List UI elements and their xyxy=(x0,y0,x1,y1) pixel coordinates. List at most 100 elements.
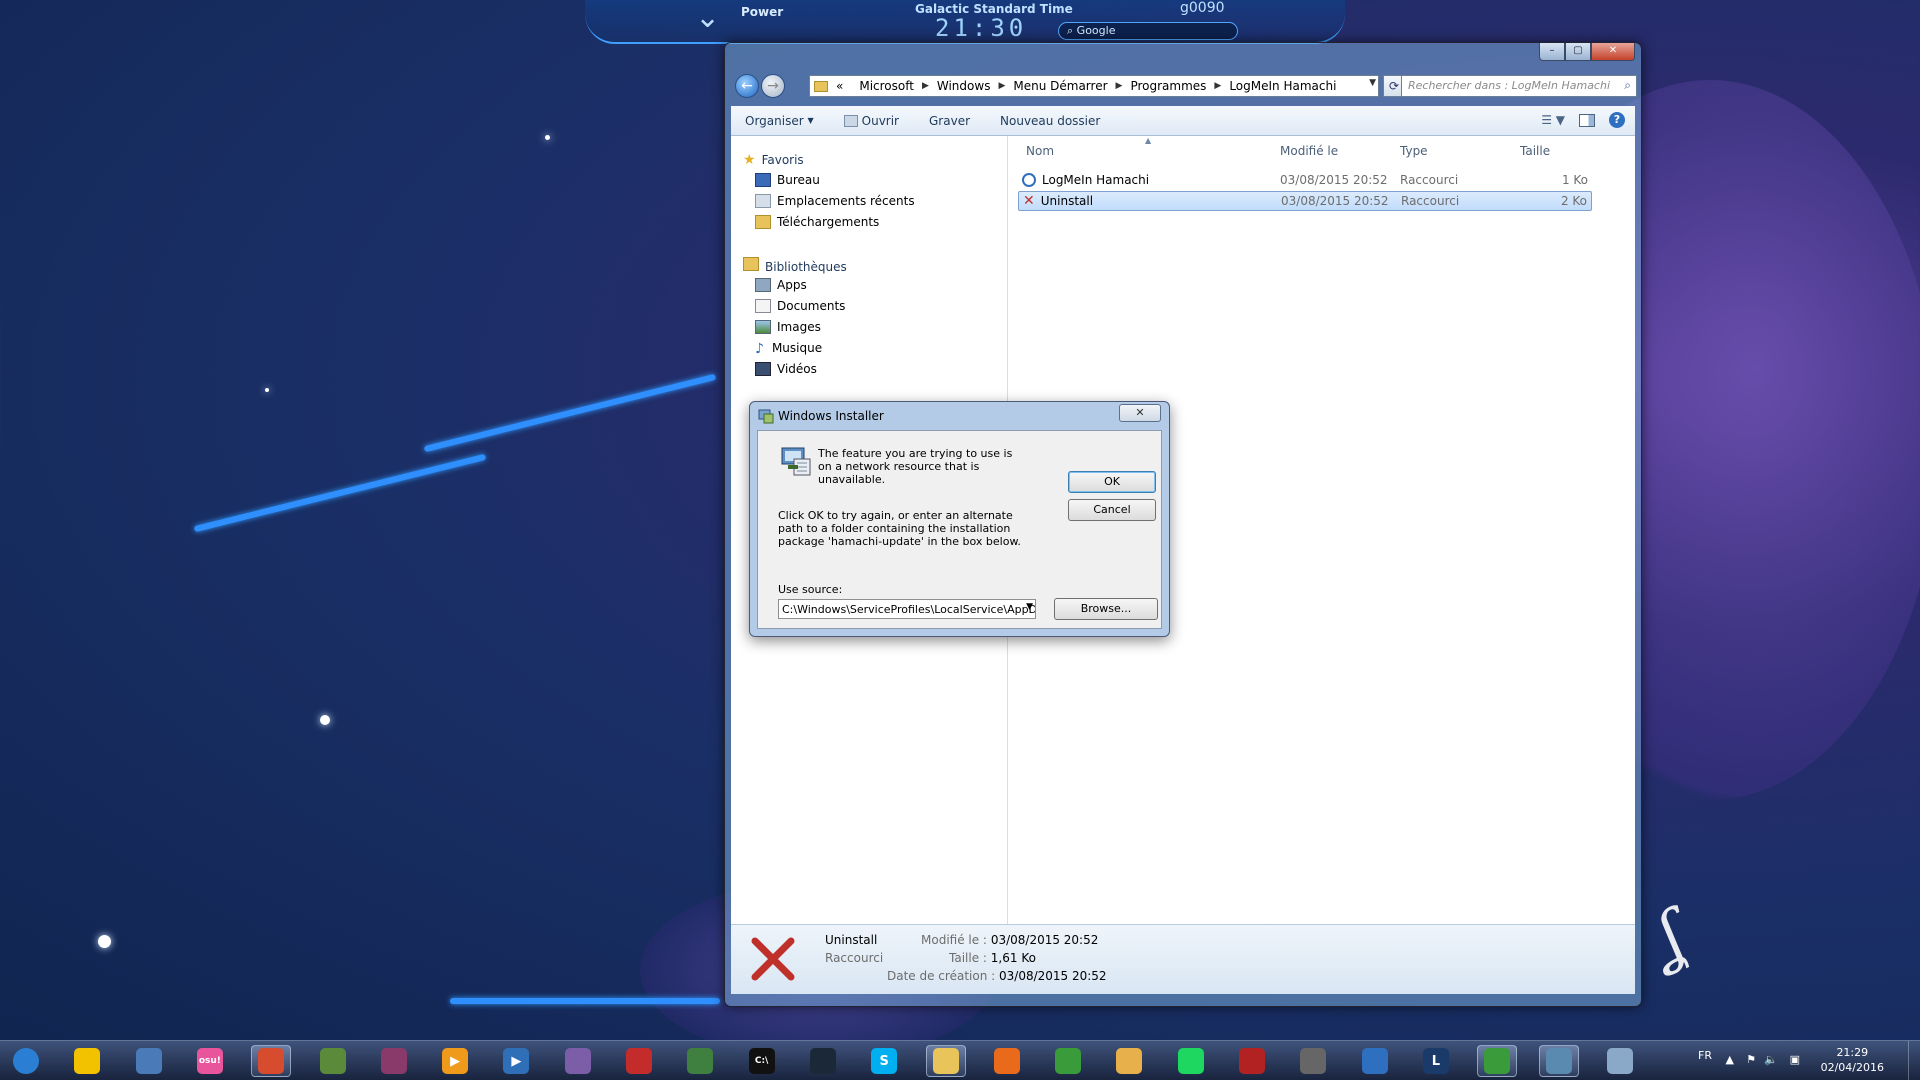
breadcrumb-menu-demarrer[interactable]: Menu Démarrer xyxy=(1013,79,1107,93)
nav-item-recent-places[interactable]: Emplacements récents xyxy=(755,194,915,208)
organize-menu[interactable]: Organiser ▼ xyxy=(745,114,814,128)
app-naruto-button[interactable] xyxy=(1109,1045,1149,1077)
app-orange-icon xyxy=(993,1048,1020,1074)
dialog-close-button[interactable]: ✕ xyxy=(1119,404,1161,422)
clock[interactable]: 21:29 02/04/2016 xyxy=(1821,1045,1884,1075)
forward-button[interactable]: → xyxy=(761,74,785,98)
file-type: Raccourci xyxy=(1400,173,1459,187)
app-skype-button[interactable]: S xyxy=(864,1045,904,1077)
close-button[interactable]: ✕ xyxy=(1591,43,1635,61)
breadcrumb-logmein-hamachi[interactable]: LogMeIn Hamachi xyxy=(1229,79,1336,93)
column-header-name[interactable]: Nom xyxy=(1026,144,1054,158)
app-league-button[interactable]: L xyxy=(1416,1045,1456,1077)
column-header-modified[interactable]: Modifié le xyxy=(1280,144,1338,158)
nav-item-label: Bureau xyxy=(777,173,820,187)
column-header-type[interactable]: Type xyxy=(1400,144,1428,158)
nav-item-label: Téléchargements xyxy=(777,215,880,229)
address-bar[interactable]: « Microsoft ▶ Windows ▶ Menu Démarrer ▶ Pro… xyxy=(809,75,1379,97)
nav-item-music[interactable]: ♪ Musique xyxy=(755,341,822,357)
breadcrumb-microsoft[interactable]: Microsoft xyxy=(859,79,914,93)
details-created-value: 03/08/2015 20:52 xyxy=(999,969,1107,983)
chevron-down-icon[interactable]: ▼ xyxy=(1026,602,1033,612)
app-media-player-button[interactable]: ▶ xyxy=(435,1045,475,1077)
dialog-message: The feature you are trying to use is on … xyxy=(818,447,1013,486)
file-type: Raccourci xyxy=(1401,194,1460,208)
app-cmd-button[interactable]: C:\ xyxy=(742,1045,782,1077)
network-icon[interactable]: ▣ xyxy=(1790,1053,1800,1066)
app-snipping-button[interactable] xyxy=(251,1045,292,1077)
address-dropdown-icon[interactable]: ▼ xyxy=(1369,78,1376,88)
use-source-combobox[interactable]: C:\Windows\ServiceProfiles\LocalService\… xyxy=(778,599,1036,619)
file-name: LogMeIn Hamachi xyxy=(1042,173,1150,187)
column-header-size[interactable]: Taille xyxy=(1520,144,1550,158)
app-chrome-button[interactable] xyxy=(1048,1045,1088,1077)
show-desktop-button[interactable] xyxy=(1908,1041,1920,1080)
new-folder-button[interactable]: Nouveau dossier xyxy=(1000,114,1100,128)
app-orange-button[interactable] xyxy=(987,1045,1027,1077)
app-chrome-2-button[interactable] xyxy=(1477,1045,1518,1077)
app-red-button[interactable] xyxy=(619,1045,659,1077)
app-player-button[interactable]: ▶ xyxy=(496,1045,536,1077)
nav-item-bureau[interactable]: Bureau xyxy=(755,173,820,187)
breadcrumb-separator-icon[interactable]: ▶ xyxy=(998,81,1005,91)
cancel-button[interactable]: Cancel xyxy=(1068,499,1156,521)
app-winrar-button[interactable] xyxy=(374,1045,414,1077)
breadcrumb-separator-icon[interactable]: ▶ xyxy=(922,81,929,91)
file-row-selected[interactable]: ✕ Uninstall 03/08/2015 20:52 Raccourci 2 … xyxy=(1018,191,1592,211)
app-steam-button[interactable] xyxy=(803,1045,843,1077)
app-game-button[interactable] xyxy=(1232,1045,1272,1077)
volume-icon[interactable]: 🔈 xyxy=(1764,1053,1778,1066)
network-computer-icon xyxy=(781,447,811,476)
nav-group-favorites[interactable]: ★ Favoris xyxy=(743,152,804,168)
breadcrumb-programmes[interactable]: Programmes xyxy=(1130,79,1206,93)
nav-item-apps[interactable]: Apps xyxy=(755,278,807,292)
file-row[interactable]: LogMeIn Hamachi 03/08/2015 20:52 Raccour… xyxy=(1018,170,1592,190)
nav-item-downloads[interactable]: Téléchargements xyxy=(755,215,879,229)
google-search-box[interactable]: ⌕ Google xyxy=(1058,22,1238,40)
show-hidden-icons-icon[interactable]: ▲ xyxy=(1726,1053,1734,1066)
chevron-down-icon[interactable]: ⌄ xyxy=(695,0,720,35)
app-script-button[interactable] xyxy=(129,1045,169,1077)
nav-item-videos[interactable]: Vidéos xyxy=(755,362,817,376)
breadcrumb-separator-icon[interactable]: ▶ xyxy=(1116,81,1123,91)
search-icon[interactable]: ⌕ xyxy=(1624,78,1631,93)
power-label[interactable]: Power xyxy=(741,5,783,19)
details-file-type: Raccourci xyxy=(825,951,884,965)
browse-button[interactable]: Browse... xyxy=(1054,598,1158,620)
app-minecraft-button[interactable] xyxy=(313,1045,353,1077)
open-button[interactable]: Ouvrir xyxy=(843,114,899,128)
nav-group-libraries[interactable]: Bibliothèques xyxy=(743,257,847,274)
app-installer-button[interactable] xyxy=(1538,1045,1579,1077)
app-pacman-button[interactable] xyxy=(67,1045,107,1077)
breadcrumb-overflow[interactable]: « xyxy=(836,79,843,93)
back-button[interactable]: ← xyxy=(735,74,759,98)
minimize-button[interactable]: – xyxy=(1539,43,1565,61)
view-options-icon[interactable]: ☰ ▼ xyxy=(1541,113,1565,127)
maximize-button[interactable]: ▢ xyxy=(1565,43,1591,61)
app-chrome-icon xyxy=(1055,1048,1082,1074)
breadcrumb-separator-icon[interactable]: ▶ xyxy=(1214,81,1221,91)
app-minecraft-icon xyxy=(319,1048,346,1074)
burn-button[interactable]: Graver xyxy=(929,114,970,128)
app-sheet-button[interactable] xyxy=(680,1045,720,1077)
language-indicator[interactable]: FR xyxy=(1698,1049,1712,1062)
app-osu-button[interactable]: osu! xyxy=(190,1045,230,1077)
ok-button[interactable]: OK xyxy=(1068,471,1156,493)
details-size: Taille : 1,61 Ko xyxy=(949,951,1036,965)
preview-pane-icon[interactable] xyxy=(1579,113,1595,127)
app-installer-icon xyxy=(1545,1048,1572,1074)
app-explorer-button[interactable] xyxy=(925,1045,966,1077)
help-icon[interactable]: ? xyxy=(1609,112,1625,128)
search-icon: ⌕ xyxy=(1067,24,1077,37)
nav-item-documents[interactable]: Documents xyxy=(755,299,845,313)
start-orb-button[interactable] xyxy=(6,1045,46,1077)
flag-icon[interactable]: ⚑ xyxy=(1746,1053,1756,1066)
app-gamepad-button[interactable] xyxy=(1293,1045,1333,1077)
breadcrumb-windows[interactable]: Windows xyxy=(937,79,991,93)
app-gallery-button[interactable] xyxy=(558,1045,598,1077)
app-paint-button[interactable] xyxy=(1600,1045,1640,1077)
app-spotify-button[interactable] xyxy=(1171,1045,1211,1077)
nav-item-images[interactable]: Images xyxy=(755,320,821,334)
search-input[interactable]: Rechercher dans : LogMeIn Hamachi ⌕ xyxy=(1401,75,1637,97)
app-hamachi-button[interactable] xyxy=(1355,1045,1395,1077)
